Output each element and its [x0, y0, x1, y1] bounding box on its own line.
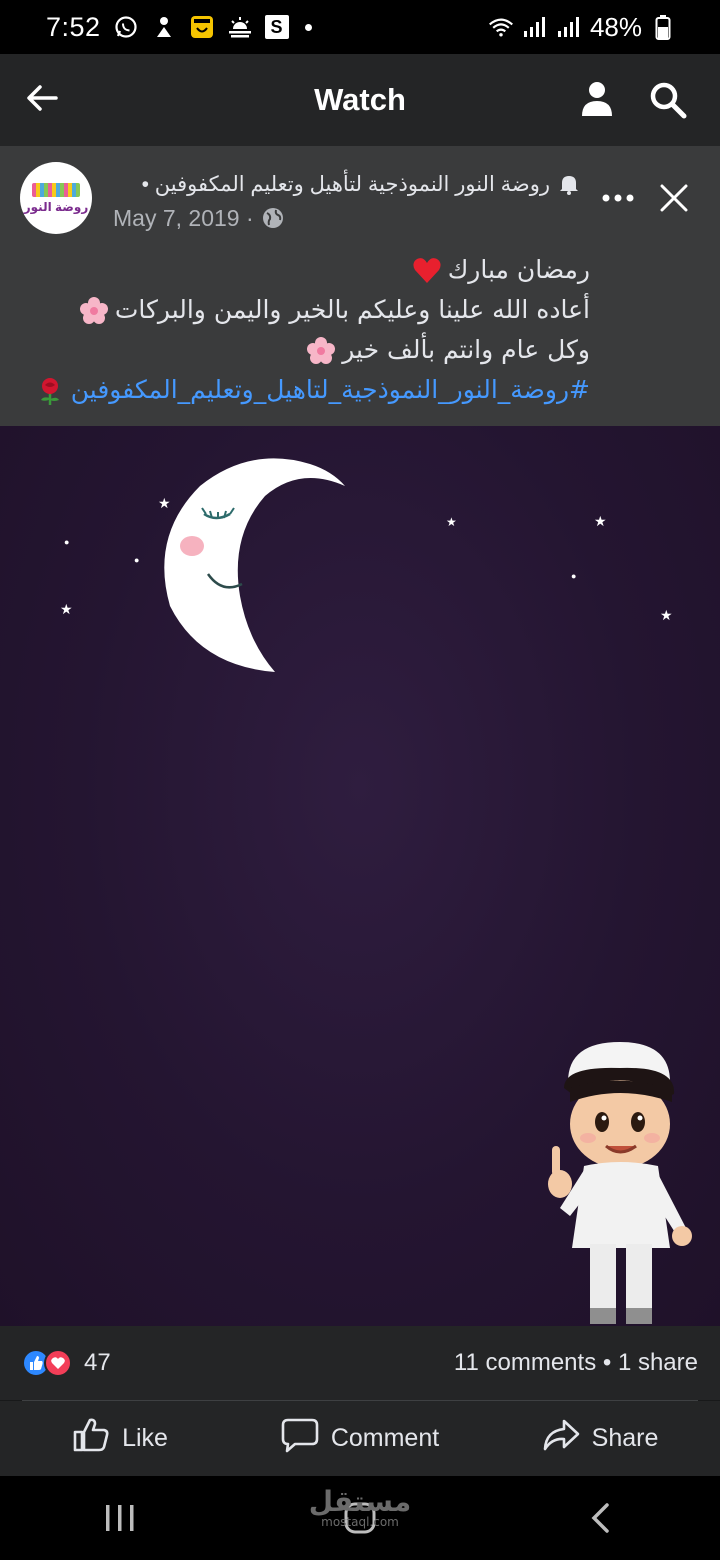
page-title: Watch: [314, 82, 406, 117]
reaction-count[interactable]: 47: [84, 1349, 111, 1377]
thumbs-up-icon: [72, 1417, 110, 1460]
whatsapp-icon: [113, 14, 139, 40]
bell-icon: [558, 173, 580, 195]
status-bar: 7:52 S 48%: [0, 0, 720, 54]
back-arrow-icon[interactable]: [20, 76, 64, 120]
status-right: 48%: [488, 12, 676, 43]
signal-icon: [522, 14, 548, 40]
star-decoration: ★: [446, 515, 457, 529]
globe-icon: [262, 207, 284, 229]
avatar-logo-dots: [32, 182, 80, 197]
close-icon[interactable]: [652, 176, 696, 220]
status-left: 7:52 S: [46, 12, 312, 43]
post-meta: May 7, 2019 ·: [113, 202, 284, 234]
reaction-icons[interactable]: [22, 1349, 72, 1377]
action-bar: Like Comment Share: [0, 1401, 720, 1476]
post-hashtag-line: #روضة_النور_النموذجية_لتاهيل_وتعليم_المك…: [0, 370, 590, 410]
top-header: Watch: [0, 54, 720, 146]
search-icon[interactable]: [644, 76, 692, 124]
profile-icon[interactable]: [574, 76, 620, 122]
page-avatar[interactable]: روضة النور: [20, 162, 92, 234]
cherry-blossom-emoji-icon: [306, 336, 336, 366]
avatar-logo-text: روضة النور: [23, 199, 89, 214]
star-decoration: ★: [594, 513, 607, 529]
share-arrow-icon: [542, 1418, 580, 1459]
share-label: Share: [591, 1424, 659, 1452]
star-decoration: ★: [660, 607, 673, 623]
status-time: 7:52: [46, 11, 101, 42]
more-options-icon[interactable]: [596, 180, 640, 216]
s-app-icon: S: [264, 15, 289, 39]
like-button[interactable]: Like: [0, 1401, 240, 1476]
comment-label: Comment: [330, 1424, 440, 1452]
post-line-3: وكل عام وانتم بألف خير: [0, 330, 590, 370]
weather-icon: [227, 14, 253, 40]
calendar-icon: [189, 14, 215, 40]
post-date[interactable]: May 7, 2019 ·: [113, 205, 254, 232]
comment-button[interactable]: Comment: [240, 1401, 480, 1476]
star-decoration: ●: [64, 537, 70, 547]
post-line-2: أعاده الله علينا وعليكم بالخير واليمن وا…: [0, 290, 590, 330]
page-name[interactable]: روضة النور النموذجية لتأهيل وتعليم المكف…: [142, 172, 550, 197]
love-reaction-icon: [44, 1349, 72, 1377]
recent-apps-icon[interactable]: [90, 1498, 150, 1538]
comments-shares-count[interactable]: 11 comments • 1 share: [454, 1349, 698, 1377]
status-dot: [304, 23, 312, 31]
post-hashtag[interactable]: #روضة_النور_النموذجية_لتاهيل_وتعليم_المك…: [71, 375, 590, 404]
notification-icon: [151, 14, 177, 40]
comment-bubble-icon: [281, 1417, 319, 1460]
wifi-icon: [488, 14, 514, 40]
watermark: مستقل mostaql.com: [300, 1485, 420, 1529]
battery-icon: [650, 14, 676, 40]
boy-character-illustration: [540, 1038, 700, 1326]
battery-percent: 48%: [589, 11, 642, 42]
heart-emoji-icon: [412, 256, 442, 286]
video-player[interactable]: ★ ● ● ★ ★ ★ ● ★: [0, 426, 720, 1326]
crescent-moon-illustration: [160, 456, 350, 681]
nav-back-icon[interactable]: [570, 1498, 630, 1538]
star-decoration: ●: [571, 571, 577, 581]
post-text: رمضان مبارك أعاده الله علينا وعليكم بالخ…: [0, 250, 590, 410]
page-name-line: روضة النور النموذجية لتأهيل وتعليم المكف…: [110, 168, 580, 200]
cherry-blossom-emoji-icon: [79, 296, 109, 326]
watermark-text: مستقل: [308, 1485, 412, 1518]
rose-emoji-icon: [35, 376, 65, 406]
like-label: Like: [122, 1424, 168, 1452]
star-decoration: ★: [60, 601, 73, 617]
post-card: روضة النور روضة النور النموذجية لتأهيل و…: [0, 146, 720, 426]
signal-icon-2: [556, 14, 582, 40]
share-button[interactable]: Share: [480, 1401, 720, 1476]
reactions-bar: 47 11 comments • 1 share: [0, 1326, 720, 1400]
post-line-1: رمضان مبارك: [0, 250, 590, 290]
star-decoration: ●: [134, 555, 140, 565]
